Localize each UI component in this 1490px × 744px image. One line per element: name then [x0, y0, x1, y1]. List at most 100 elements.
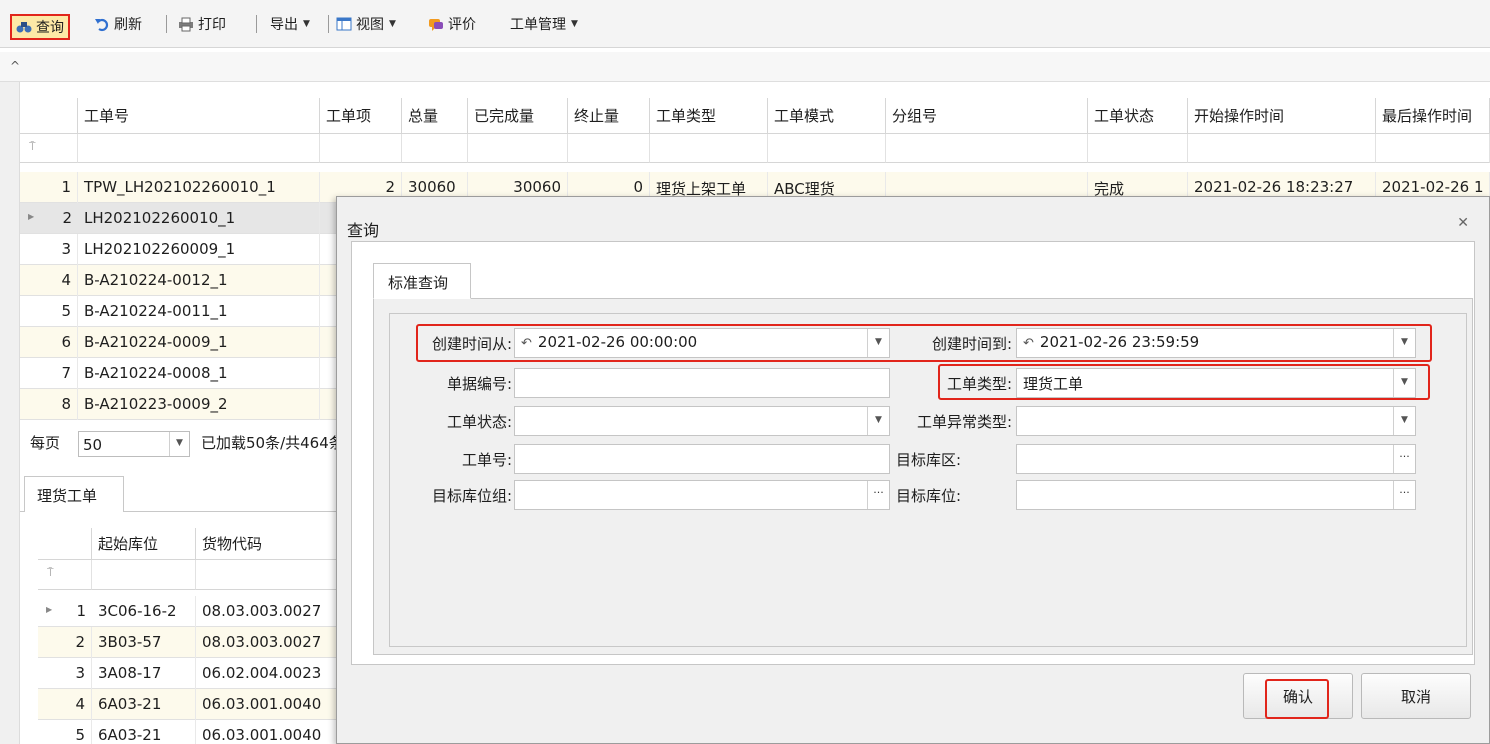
column-header[interactable]: 工单状态 [1088, 98, 1188, 134]
order-status-select[interactable]: ▼ [514, 406, 890, 436]
column-header[interactable]: 货物代码 [196, 528, 350, 560]
column-header[interactable]: 工单项 [320, 98, 402, 134]
column-header[interactable]: 终止量 [568, 98, 650, 134]
chevron-down-icon[interactable]: ▼ [1393, 407, 1415, 435]
row-number: 8 [20, 389, 78, 420]
filter-cell[interactable] [320, 134, 402, 163]
doc-no-input[interactable] [514, 368, 890, 398]
order-type-highlight [938, 364, 1430, 400]
goods-code-cell[interactable]: 06.03.001.0040 [196, 720, 350, 744]
evaluate-button[interactable]: 评价 [428, 10, 476, 38]
toolbar: 查询 刷新 打印 导出 ▼ 视图 ▼ 评价 工单管理 ▼ [0, 0, 1490, 48]
row-number: 5 [38, 720, 92, 744]
column-header[interactable]: 最后操作时间 [1376, 98, 1490, 134]
filter-cell[interactable] [196, 560, 350, 590]
table-row[interactable]: ▶ 1 3C06-16-2 08.03.003.0027 [38, 596, 350, 627]
toolbar-divider [256, 15, 257, 33]
order-number-cell[interactable]: LH202102260010_1 [78, 203, 320, 234]
filter-cell[interactable] [78, 134, 320, 163]
filter-cell[interactable] [92, 560, 196, 590]
order-number-cell[interactable]: B-A210224-0009_1 [78, 327, 320, 358]
left-strip [0, 82, 20, 744]
load-info: 已加载50条/共464条 [201, 434, 344, 452]
filter-cell[interactable] [1376, 134, 1490, 163]
row-number: 7 [20, 358, 78, 389]
column-header[interactable]: 起始库位 [92, 528, 196, 560]
order-no-label: 工单号: [461, 451, 512, 469]
ellipsis-icon[interactable]: ··· [1393, 445, 1415, 473]
evaluate-label: 评价 [448, 17, 476, 33]
column-header[interactable]: 已完成量 [468, 98, 568, 134]
target-area-picker[interactable]: ··· [1016, 444, 1416, 474]
order-number-cell[interactable]: B-A210223-0009_2 [78, 389, 320, 420]
target-loc-group-picker[interactable]: ··· [514, 480, 890, 510]
view-dropdown[interactable]: 视图 ▼ [336, 10, 396, 38]
filter-cell[interactable] [650, 134, 768, 163]
abnormal-type-select[interactable]: ▼ [1016, 406, 1416, 436]
column-header[interactable]: 总量 [402, 98, 468, 134]
per-page-select[interactable]: 50 ▼ [78, 431, 190, 457]
table-row[interactable]: 4 6A03-21 06.03.001.0040 [38, 689, 350, 720]
table-row[interactable]: 3 3A08-17 06.02.004.0023 [38, 658, 350, 689]
export-label: 导出 [270, 17, 298, 33]
view-label: 视图 [356, 17, 384, 33]
toolbar-divider [328, 15, 329, 33]
order-number-cell[interactable]: B-A210224-0008_1 [78, 358, 320, 389]
order-number-cell[interactable]: B-A210224-0012_1 [78, 265, 320, 296]
print-button[interactable]: 打印 [178, 10, 226, 38]
order-management-label: 工单管理 [510, 17, 566, 33]
filter-cell[interactable] [402, 134, 468, 163]
refresh-label: 刷新 [114, 17, 142, 33]
tab-standard-query[interactable]: 标准查询 [373, 263, 471, 299]
start-location-cell[interactable]: 6A03-21 [92, 689, 196, 720]
row-number: 2 [62, 209, 72, 227]
start-location-cell[interactable]: 3C06-16-2 [92, 596, 196, 627]
ellipsis-icon[interactable]: ··· [1393, 481, 1415, 509]
cancel-button[interactable]: 取消 [1361, 673, 1471, 719]
order-number-cell[interactable]: B-A210224-0011_1 [78, 296, 320, 327]
start-location-cell[interactable]: 3B03-57 [92, 627, 196, 658]
filter-cell[interactable] [886, 134, 1088, 163]
row-number: 3 [20, 234, 78, 265]
column-header[interactable]: 工单号 [78, 98, 320, 134]
export-dropdown[interactable]: 导出 ▼ [270, 10, 310, 38]
table-row[interactable]: 2 3B03-57 08.03.003.0027 [38, 627, 350, 658]
collapse-icon[interactable]: ^ [10, 59, 20, 73]
start-location-cell[interactable]: 3A08-17 [92, 658, 196, 689]
collapse-bar[interactable]: ^ [0, 52, 1490, 82]
query-form: 创建时间从: ↶ 2021-02-26 00:00:00 ▼ 创建时间到: ↶ 20… [389, 313, 1467, 647]
goods-code-cell[interactable]: 06.02.004.0023 [196, 658, 350, 689]
column-header[interactable]: 工单模式 [768, 98, 886, 134]
order-management-dropdown[interactable]: 工单管理 ▼ [510, 10, 578, 38]
filter-cell[interactable] [768, 134, 886, 163]
column-header[interactable]: 工单类型 [650, 98, 768, 134]
evaluate-icon [429, 19, 443, 31]
column-header[interactable]: 开始操作时间 [1188, 98, 1376, 134]
order-number-cell[interactable]: TPW_LH202102260010_1 [78, 172, 320, 203]
refresh-button[interactable]: 刷新 [94, 10, 142, 38]
chevron-down-icon[interactable]: ▼ [867, 407, 889, 435]
filter-cell[interactable] [468, 134, 568, 163]
goods-code-cell[interactable]: 06.03.001.0040 [196, 689, 350, 720]
column-header[interactable]: 分组号 [886, 98, 1088, 134]
query-button[interactable]: 查询 [10, 14, 70, 40]
time-range-highlight [416, 324, 1432, 362]
tab-tally-order[interactable]: 理货工单 [24, 476, 124, 512]
printer-icon [179, 17, 193, 32]
order-number-cell[interactable]: LH202102260009_1 [78, 234, 320, 265]
chevron-down-icon[interactable]: ▼ [169, 432, 189, 456]
start-location-cell[interactable]: 6A03-21 [92, 720, 196, 744]
filter-row-indicator: ⍑ [20, 134, 78, 163]
print-label: 打印 [198, 17, 226, 33]
filter-row-indicator: ⍑ [38, 560, 92, 590]
order-no-input[interactable] [514, 444, 890, 474]
target-loc-picker[interactable]: ··· [1016, 480, 1416, 510]
filter-cell[interactable] [1088, 134, 1188, 163]
table-row[interactable]: 5 6A03-21 06.03.001.0040 [38, 720, 350, 744]
goods-code-cell[interactable]: 08.03.003.0027 [196, 627, 350, 658]
close-icon[interactable]: ✕ [1457, 215, 1469, 231]
goods-code-cell[interactable]: 08.03.003.0027 [196, 596, 350, 627]
filter-cell[interactable] [568, 134, 650, 163]
filter-cell[interactable] [1188, 134, 1376, 163]
ellipsis-icon[interactable]: ··· [867, 481, 889, 509]
